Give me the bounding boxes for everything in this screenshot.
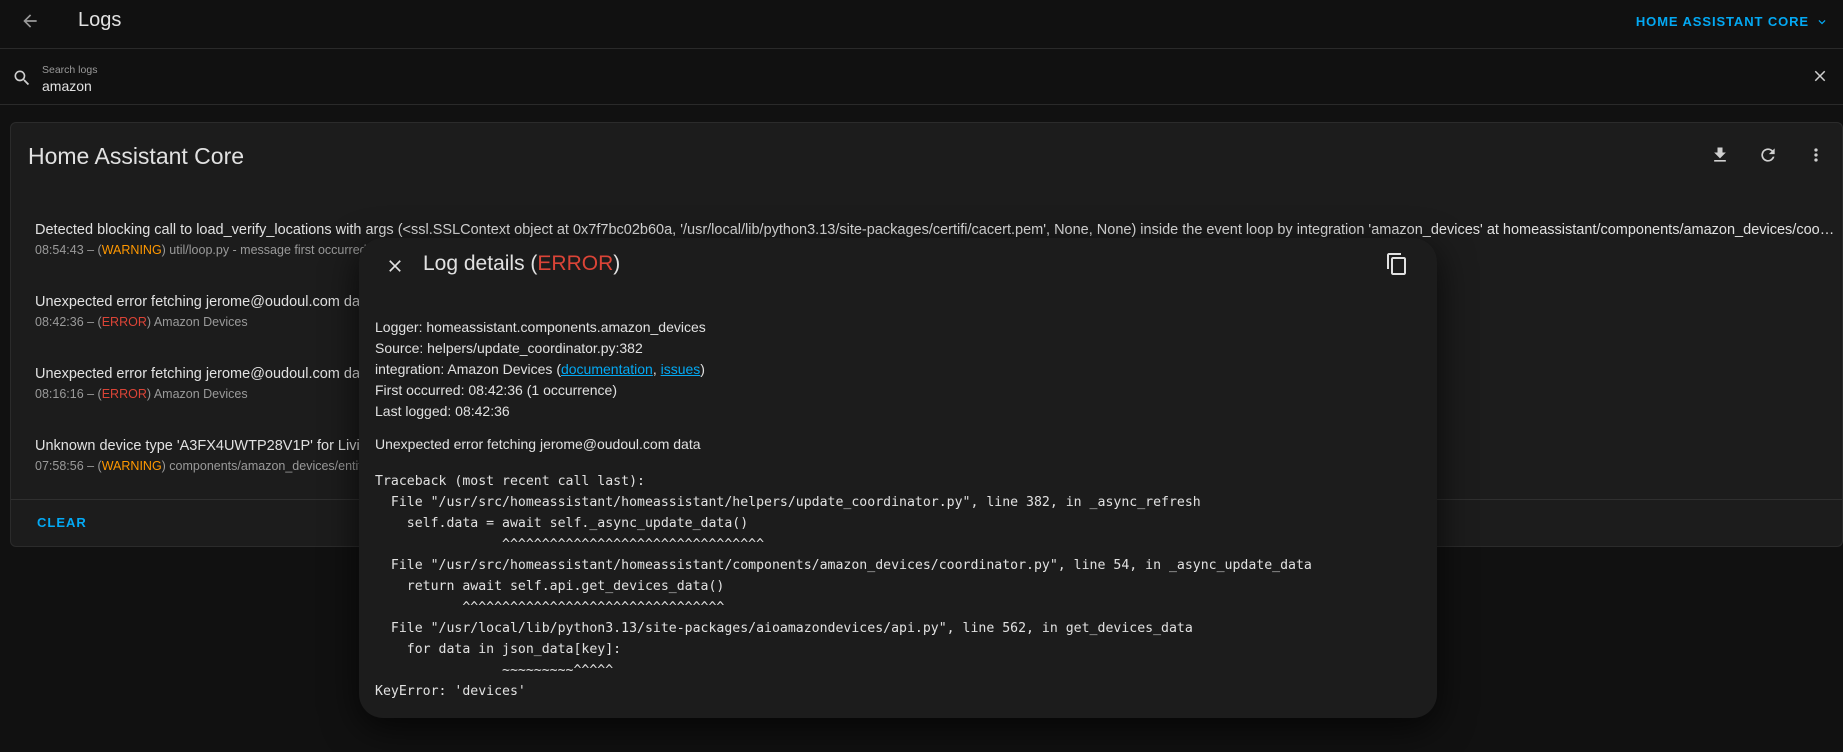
more-menu-button[interactable] (1804, 143, 1828, 167)
log-level: ERROR (101, 315, 147, 329)
integration-prefix: integration: Amazon Devices ( (375, 361, 561, 377)
log-meta: 07:58:56 – (WARNING) components/amazon_d… (35, 459, 384, 473)
traceback: Traceback (most recent call last): File … (375, 474, 1312, 699)
log-message: Detected blocking call to load_verify_lo… (35, 222, 1835, 238)
content-copy-icon (1387, 253, 1406, 275)
log-source: ) Amazon Devices (146, 315, 248, 329)
close-dialog-button[interactable] (383, 254, 407, 278)
log-level: WARNING (101, 459, 162, 473)
search-icon (12, 68, 32, 93)
top-app-bar: Logs HOME ASSISTANT CORE (0, 0, 1843, 49)
close-icon (389, 260, 401, 272)
first-occurred-line: First occurred: 08:42:36 (1 occurrence) (375, 382, 617, 398)
arrow-left-icon (23, 14, 37, 28)
search-label: Search logs (42, 64, 98, 76)
clear-logs-button[interactable]: CLEAR (37, 515, 87, 530)
chevron-down-icon (1818, 19, 1826, 24)
dialog-title: Log details (ERROR) (423, 252, 620, 276)
copy-button[interactable] (1385, 252, 1409, 281)
refresh-button[interactable] (1756, 143, 1780, 167)
dots-vertical-icon (1814, 148, 1818, 162)
download-button[interactable] (1708, 143, 1732, 167)
integration-line: integration: Amazon Devices (documentati… (375, 359, 706, 380)
log-source: ) components/amazon_devices/entity.py (161, 459, 384, 473)
log-meta: 08:16:16 – (ERROR) Amazon Devices (35, 387, 248, 401)
log-level: WARNING (101, 243, 162, 257)
logger-line: Logger: homeassistant.components.amazon_… (375, 319, 706, 335)
log-source-dropdown[interactable]: HOME ASSISTANT CORE (1636, 14, 1829, 29)
documentation-link[interactable]: documentation (561, 361, 653, 377)
log-time: 08:42:36 – ( (35, 315, 102, 329)
close-icon (1814, 70, 1826, 82)
link-separator: , (652, 361, 661, 377)
dialog-title-prefix: Log details ( (423, 252, 538, 275)
dialog-level: ERROR (537, 252, 614, 275)
clear-search-button[interactable] (1811, 67, 1829, 90)
log-time: 07:58:56 – ( (35, 459, 102, 473)
card-actions (1708, 143, 1828, 167)
refresh-icon (1761, 148, 1775, 162)
issues-link[interactable]: issues (661, 361, 701, 377)
page-title: Logs (78, 9, 122, 31)
search-input[interactable] (42, 78, 1742, 94)
log-source-label: HOME ASSISTANT CORE (1635, 14, 1809, 29)
log-time: 08:54:43 – ( (35, 243, 102, 257)
log-message-detail: Unexpected error fetching jerome@oudoul.… (375, 436, 701, 452)
log-details-dialog: Log details (ERROR) Logger: homeassistan… (359, 238, 1437, 718)
integration-suffix: ) (700, 361, 705, 377)
source-line: Source: helpers/update_coordinator.py:38… (375, 340, 643, 356)
back-button[interactable] (18, 9, 42, 33)
dialog-title-suffix: ) (613, 252, 621, 275)
last-logged-line: Last logged: 08:42:36 (375, 403, 510, 419)
log-details: Logger: homeassistant.components.amazon_… (375, 317, 706, 422)
log-source: ) Amazon Devices (146, 387, 248, 401)
download-icon (1714, 147, 1726, 162)
card-title: Home Assistant Core (28, 143, 245, 169)
log-meta: 08:42:36 – (ERROR) Amazon Devices (35, 315, 248, 329)
log-time: 08:16:16 – ( (35, 387, 102, 401)
log-level: ERROR (101, 387, 147, 401)
